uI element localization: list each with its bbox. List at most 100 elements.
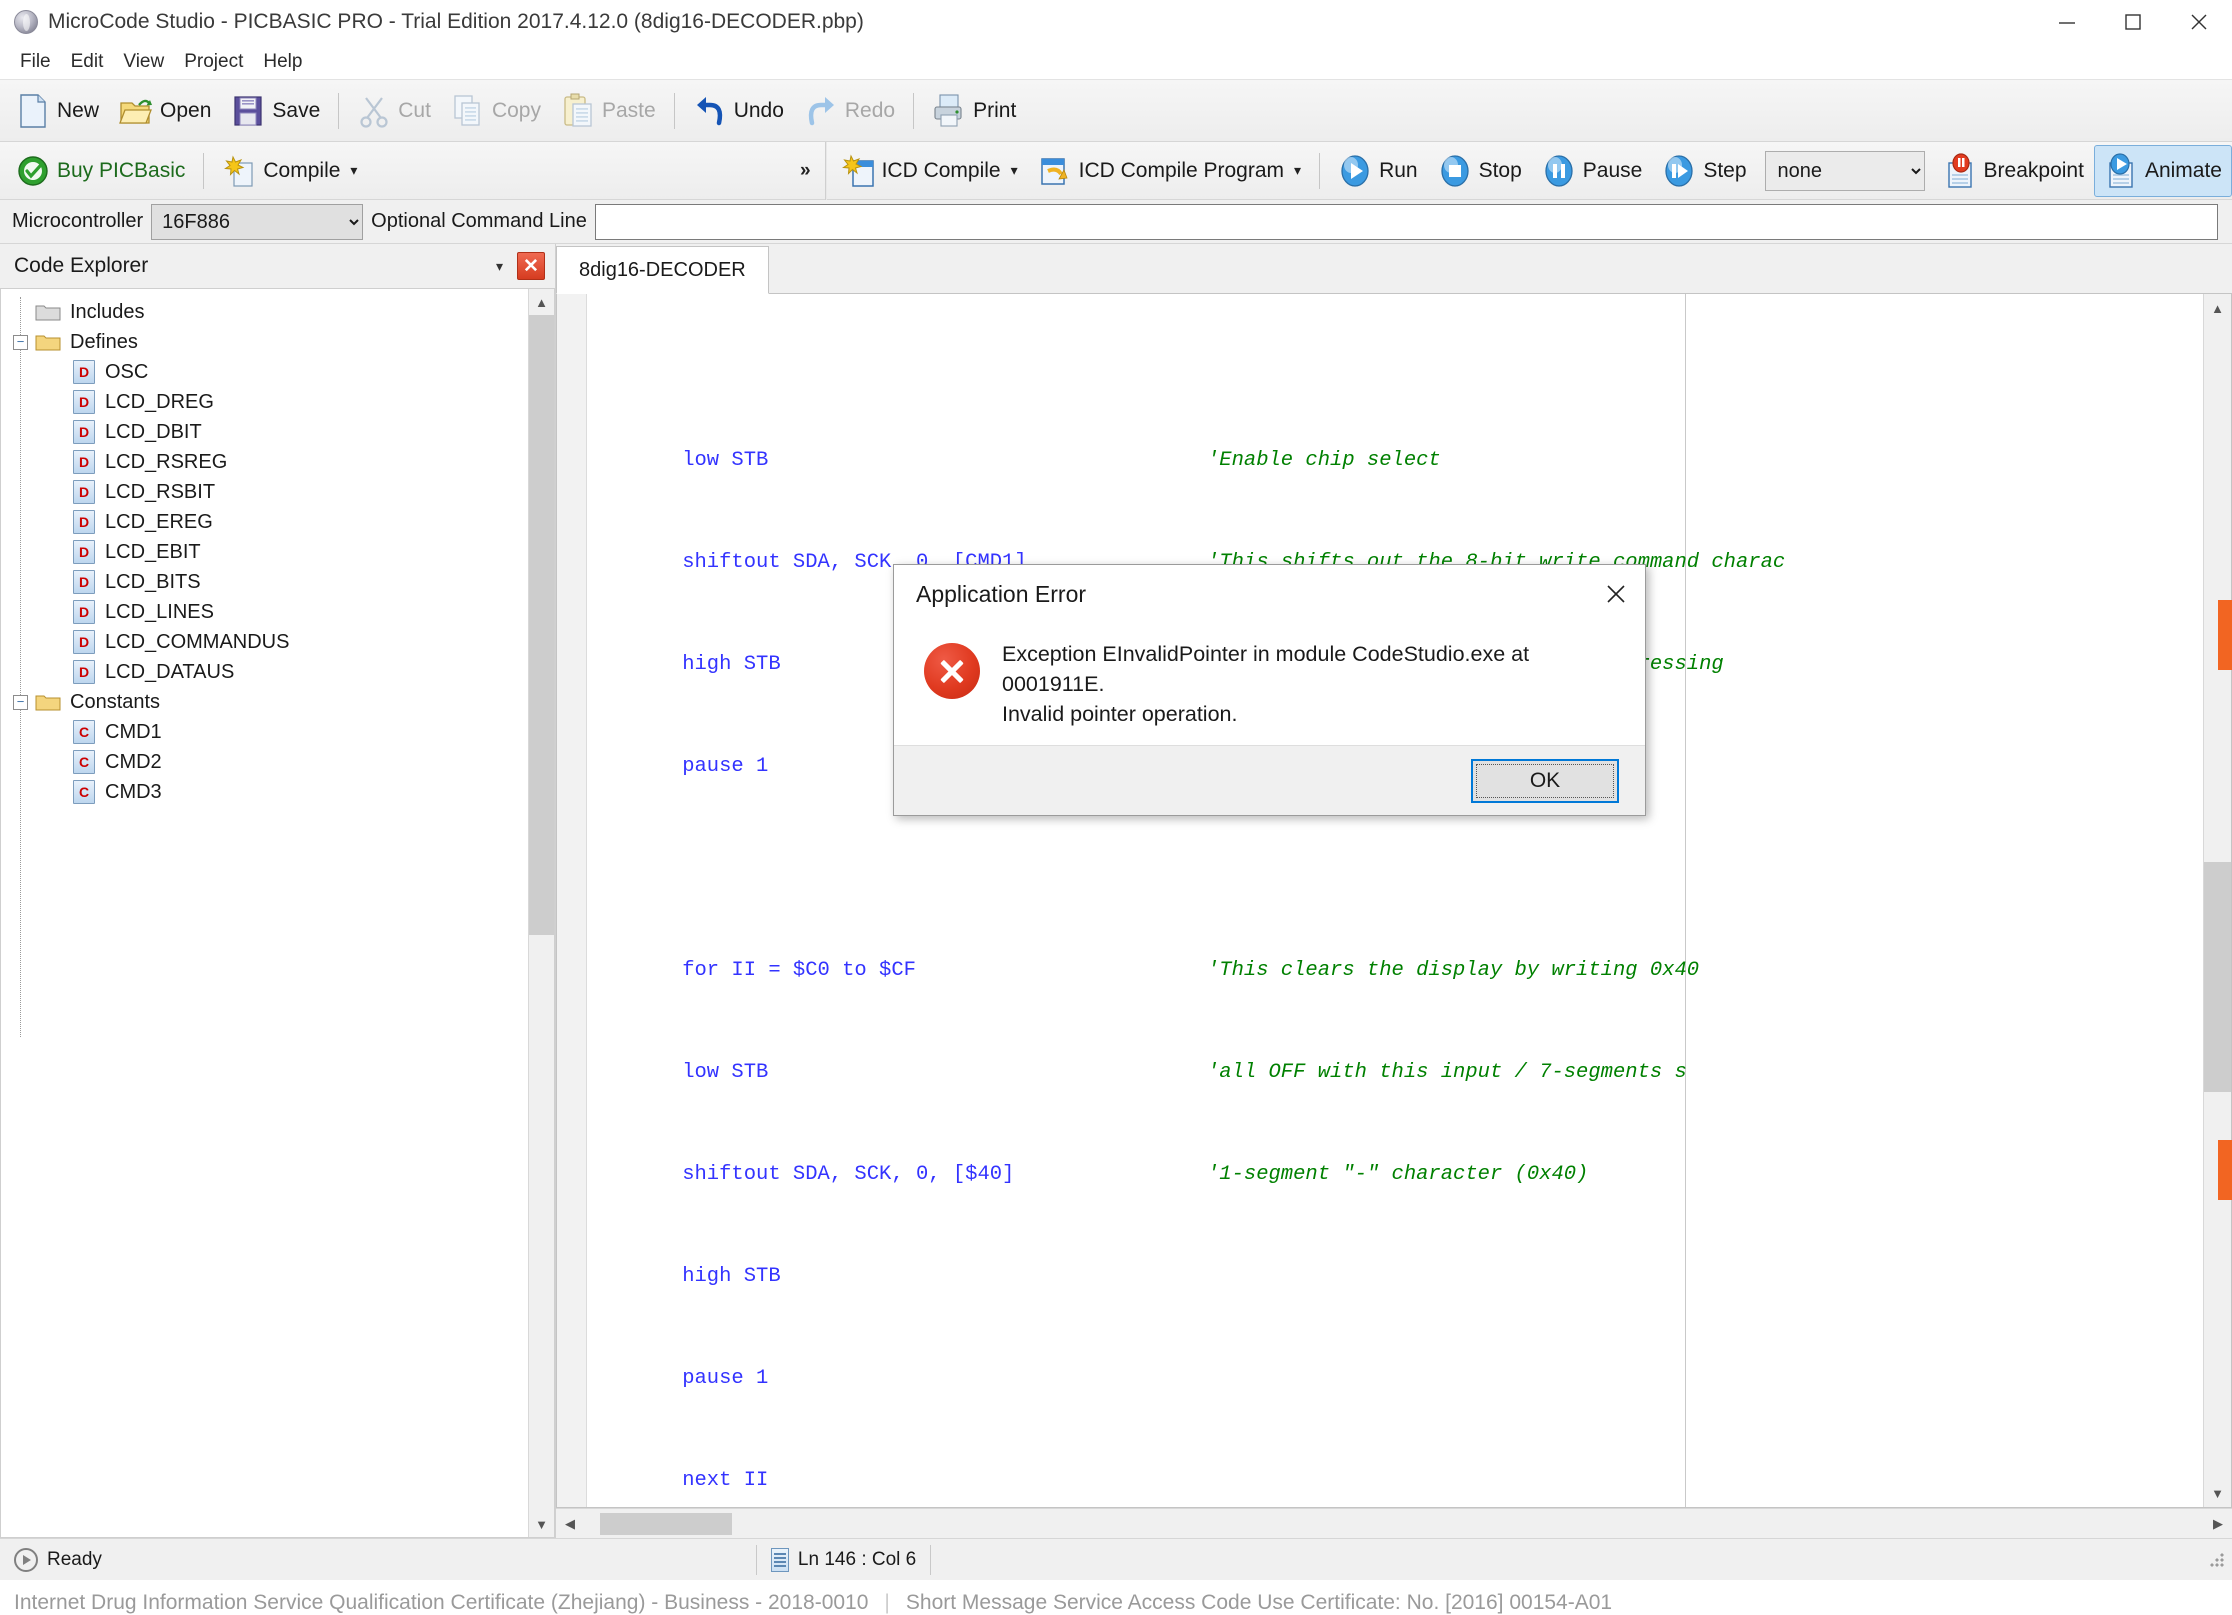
toolbar-divider <box>338 92 340 129</box>
tree-item-constants[interactable]: − Constants <box>1 687 528 717</box>
chevron-up-icon-tree[interactable]: ▲ <box>529 289 554 315</box>
app-icon <box>14 9 38 34</box>
dialog-footer: OK <box>894 745 1645 815</box>
close-button[interactable] <box>2166 0 2232 44</box>
chevron-down-icon-3[interactable]: ▾ <box>1294 162 1301 179</box>
tree-item-lcd-dbit[interactable]: D LCD_DBIT <box>1 417 528 447</box>
redo-button[interactable]: Redo <box>794 85 905 137</box>
tree-item-lcd-rsbit[interactable]: D LCD_RSBIT <box>1 477 528 507</box>
chevron-down-icon-explorer[interactable]: ▾ <box>486 254 513 279</box>
stop-button[interactable]: Stop <box>1428 145 1532 197</box>
undo-button[interactable]: Undo <box>683 85 794 137</box>
new-button[interactable]: New <box>6 85 109 137</box>
buy-picbasic-button[interactable]: Buy PICBasic <box>6 145 195 197</box>
scrollbar-track-tree[interactable] <box>529 935 554 1511</box>
menu-view[interactable]: View <box>113 48 174 76</box>
resize-grip-icon[interactable] <box>2208 1550 2226 1569</box>
tree-item-defines[interactable]: − Defines <box>1 327 528 357</box>
scrollbar-track-h[interactable] <box>584 1509 2204 1539</box>
expander-icon-defines[interactable]: − <box>13 335 28 350</box>
scrollbar-thumb-h[interactable] <box>600 1512 732 1535</box>
chevron-down-icon[interactable]: ▾ <box>350 162 357 179</box>
tree-item-lcd-commandus[interactable]: D LCD_COMMANDUS <box>1 627 528 657</box>
scrollbar-thumb-tree[interactable] <box>529 315 554 935</box>
tree-item-lcd-bits[interactable]: D LCD_BITS <box>1 567 528 597</box>
microcontroller-select[interactable]: 16F886 <box>151 203 364 240</box>
open-button[interactable]: Open <box>109 85 221 137</box>
tree-item-lcd-rsreg[interactable]: D LCD_RSREG <box>1 447 528 477</box>
print-button[interactable]: Print <box>922 85 1026 137</box>
tree-item-osc[interactable]: D OSC <box>1 357 528 387</box>
code-explorer-tree[interactable]: Includes − Defines D OSC D LCD_DREG D LC… <box>0 288 555 1538</box>
tree-item-lcd-ereg[interactable]: D LCD_EREG <box>1 507 528 537</box>
tab-8dig16-decoder[interactable]: 8dig16-DECODER <box>556 246 769 294</box>
code-line: low STB <box>633 449 769 472</box>
code-explorer-panel: Code Explorer ▾ ✕ Includes − Defines D O… <box>0 244 556 1538</box>
tree-label: Constants <box>70 690 161 713</box>
editor-horizontal-scrollbar[interactable]: ◀ ▶ <box>556 1508 2232 1538</box>
editor-tabstrip: 8dig16-DECODER <box>556 244 2232 294</box>
chevron-left-icon-editor[interactable]: ◀ <box>556 1509 584 1539</box>
command-line-input[interactable] <box>594 203 2218 240</box>
menu-edit[interactable]: Edit <box>61 48 114 76</box>
scrollbar-thumb-editor[interactable] <box>2204 862 2231 1092</box>
scrollbar-track-editor[interactable] <box>2204 322 2231 1479</box>
dialog-message: Exception EInvalidPointer in module Code… <box>1002 639 1529 729</box>
dialog-close-icon[interactable] <box>1587 565 1645 623</box>
tree-item-lcd-ebit[interactable]: D LCD_EBIT <box>1 537 528 567</box>
tree-label: LCD_EREG <box>105 510 213 533</box>
ok-button[interactable]: OK <box>1471 758 1619 803</box>
menu-file[interactable]: File <box>10 48 61 76</box>
toolbar-divider-2 <box>673 92 675 129</box>
chevron-down-icon-2[interactable]: ▾ <box>1011 162 1018 179</box>
step-select[interactable]: none <box>1764 150 1925 191</box>
code-text[interactable]: low STB 'Enable chip select shiftout SDA,… <box>587 294 2203 1507</box>
compile-button[interactable]: Compile ▾ <box>212 145 367 197</box>
icd-compile-program-button[interactable]: ICD Compile Program ▾ <box>1028 145 1311 197</box>
debug-divider <box>1319 152 1321 189</box>
step-button[interactable]: Step <box>1652 145 1756 197</box>
code-explorer-scrollbar[interactable]: ▲ ▼ <box>528 289 554 1537</box>
maximize-button[interactable] <box>2100 0 2166 44</box>
dialog-content: Exception EInvalidPointer in module Code… <box>894 623 1645 745</box>
toolbar-overflow-button[interactable]: » <box>790 160 821 182</box>
tree-item-cmd1[interactable]: C CMD1 <box>1 717 528 747</box>
tree-item-lcd-dreg[interactable]: D LCD_DREG <box>1 387 528 417</box>
pause-button[interactable]: Pause <box>1532 145 1653 197</box>
chevron-right-icon-editor[interactable]: ▶ <box>2204 1509 2232 1539</box>
folder-icon-2 <box>35 335 61 351</box>
menu-help[interactable]: Help <box>253 48 312 76</box>
define-badge-icon: D <box>73 360 95 384</box>
animate-label: Animate <box>2144 158 2222 182</box>
tree-item-cmd2[interactable]: C CMD2 <box>1 747 528 777</box>
tree-item-cmd3[interactable]: C CMD3 <box>1 777 528 807</box>
paste-button[interactable]: Paste <box>551 85 666 137</box>
chevron-down-icon-tree[interactable]: ▼ <box>529 1511 554 1537</box>
menu-project[interactable]: Project <box>174 48 253 76</box>
ready-circle-icon <box>14 1547 38 1572</box>
tree-item-lcd-dataus[interactable]: D LCD_DATAUS <box>1 657 528 687</box>
breakpoint-button[interactable]: Breakpoint <box>1933 145 2094 197</box>
tree-item-lcd-lines[interactable]: D LCD_LINES <box>1 597 528 627</box>
animate-button[interactable]: Animate <box>2093 144 2232 197</box>
code-comment: 'Enable chip select <box>1207 449 1441 472</box>
new-document-icon <box>20 93 46 128</box>
status-divider-2 <box>930 1544 932 1575</box>
close-panel-icon[interactable]: ✕ <box>517 252 545 280</box>
minimize-button[interactable] <box>2034 0 2100 44</box>
tree-item-includes[interactable]: Includes <box>1 297 528 327</box>
buy-picbasic-label: Buy PICBasic <box>57 158 186 182</box>
open-folder-icon <box>119 99 153 124</box>
editor-body[interactable]: low STB 'Enable chip select shiftout SDA,… <box>556 294 2232 1508</box>
icd-compile-button[interactable]: ICD Compile ▾ <box>831 145 1028 197</box>
cut-button[interactable]: Cut <box>347 85 441 137</box>
editor-vertical-scrollbar[interactable]: ▲ ▼ <box>2203 294 2231 1507</box>
save-button[interactable]: Save <box>221 85 330 137</box>
expander-icon-constants[interactable]: − <box>13 695 28 710</box>
run-button[interactable]: Run <box>1328 145 1428 197</box>
chevron-down-icon-editor[interactable]: ▼ <box>2204 1479 2231 1507</box>
copy-button[interactable]: Copy <box>441 85 551 137</box>
compile-label: Compile <box>263 158 341 182</box>
code-line: pause 1 <box>633 755 769 778</box>
chevron-up-icon-editor[interactable]: ▲ <box>2204 294 2231 322</box>
